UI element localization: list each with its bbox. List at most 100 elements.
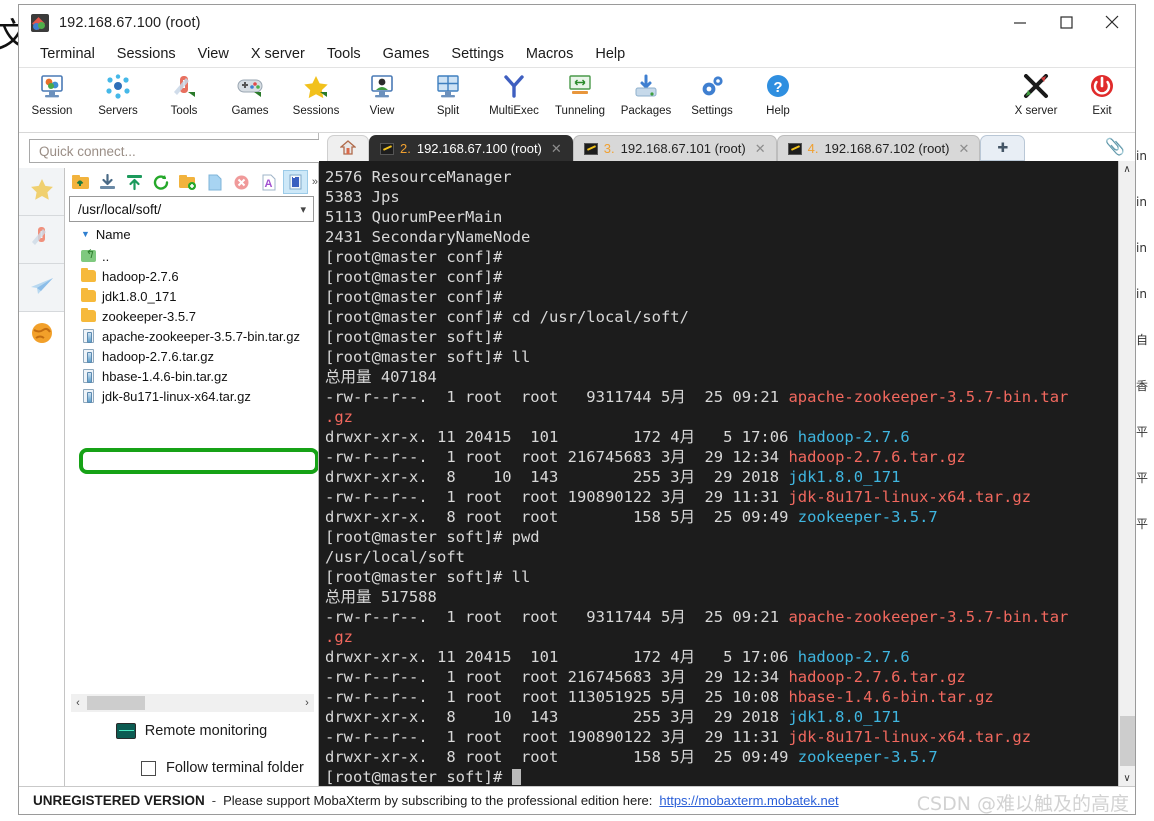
toolbar-multiexec[interactable]: MultiExec: [481, 72, 547, 117]
hscroll-thumb[interactable]: [87, 696, 145, 710]
menu-macros[interactable]: Macros: [515, 44, 585, 64]
toolbar-view[interactable]: View: [349, 72, 415, 117]
toolbar-packages[interactable]: Packages: [613, 72, 679, 117]
terminal-line: -rw-r--r--. 1 root root 216745683 3月 29 …: [325, 447, 1118, 467]
upload-icon[interactable]: [122, 170, 147, 194]
tab-close-icon[interactable]: ✕: [958, 141, 969, 157]
list-item[interactable]: hbase-1.4.6-bin.tar.gz: [75, 366, 318, 386]
text-mode-icon[interactable]: A: [256, 170, 281, 194]
terminal-text: 2431 SecondaryNameNode: [325, 228, 531, 246]
right-panel: 2. 192.168.67.100 (root) ✕ 3. 192.168.67…: [319, 133, 1135, 786]
menu-x-server[interactable]: X server: [240, 44, 316, 64]
mobaxterm-link[interactable]: https://mobaxterm.mobatek.net: [659, 793, 838, 808]
tab-home[interactable]: [327, 135, 369, 161]
file-column-header[interactable]: ▼ Name: [65, 222, 318, 246]
remote-monitoring-button[interactable]: Remote monitoring: [65, 712, 318, 750]
new-folder-icon[interactable]: [175, 170, 200, 194]
terminal-text: drwxr-xr-x. 8 root root 158 5月 25 09:49: [325, 508, 798, 526]
sidebar-item-sftp[interactable]: [19, 264, 64, 312]
settings-gear-icon: [698, 72, 726, 102]
terminal-line: -rw-r--r--. 1 root root 9311744 5月 25 09…: [325, 607, 1118, 627]
terminal-line: [root@master soft]# pwd: [325, 527, 1118, 547]
folder-icon: [81, 268, 96, 283]
vscroll-track[interactable]: [1119, 177, 1135, 716]
new-tab-button[interactable]: ✚: [980, 135, 1026, 161]
menu-sessions[interactable]: Sessions: [106, 44, 187, 64]
minimize-button[interactable]: [997, 5, 1043, 39]
toolbar-sessions[interactable]: Sessions: [283, 72, 349, 117]
list-item[interactable]: hadoop-2.7.6: [75, 266, 318, 286]
tab-session-3[interactable]: 3. 192.168.67.101 (root) ✕: [572, 135, 777, 161]
menu-games[interactable]: Games: [372, 44, 441, 64]
toolbar-servers[interactable]: Servers: [85, 72, 151, 117]
list-item[interactable]: zookeeper-3.5.7: [75, 306, 318, 326]
list-item[interactable]: jdk-8u171-linux-x64.tar.gz: [75, 386, 318, 406]
download-icon[interactable]: [95, 170, 120, 194]
menu-tools[interactable]: Tools: [316, 44, 372, 64]
vscroll-thumb[interactable]: [1119, 716, 1135, 766]
scroll-right-icon[interactable]: ›: [300, 697, 314, 709]
list-item[interactable]: hadoop-2.7.6.tar.gz: [75, 346, 318, 366]
delete-icon[interactable]: [229, 170, 254, 194]
sidebar-item-tools[interactable]: [19, 216, 64, 264]
toolbar-tunneling[interactable]: Tunneling: [547, 72, 613, 117]
background-text: 平: [1136, 517, 1149, 531]
multiexec-icon: [500, 72, 528, 102]
terminal-arch-text: hadoop-2.7.6.tar.gz: [788, 448, 966, 466]
scroll-down-icon[interactable]: ∨: [1119, 770, 1135, 786]
menu-view[interactable]: View: [187, 44, 240, 64]
file-name: zookeeper-3.5.7: [102, 308, 196, 324]
toolbar-games[interactable]: Games: [217, 72, 283, 117]
toolbar-exit[interactable]: Exit: [1069, 72, 1135, 117]
menu-settings[interactable]: Settings: [440, 44, 514, 64]
menu-help[interactable]: Help: [584, 44, 636, 64]
file-toolbar-overflow[interactable]: »: [312, 176, 318, 188]
toolbar-x-server[interactable]: X server: [1003, 72, 1069, 117]
terminal-vscrollbar[interactable]: ∧ ∨: [1118, 161, 1135, 786]
tab-session-4[interactable]: 4. 192.168.67.102 (root) ✕: [776, 135, 981, 161]
window-controls: [997, 5, 1135, 41]
menu-terminal[interactable]: Terminal: [29, 44, 106, 64]
path-bar[interactable]: /usr/local/soft/ ▾: [69, 196, 314, 222]
tab-close-icon[interactable]: ✕: [551, 141, 562, 157]
sidebar-item-favorites[interactable]: [19, 168, 64, 216]
list-item[interactable]: jdk1.8.0_171: [75, 286, 318, 306]
toolbar-session[interactable]: Session: [19, 72, 85, 117]
sidebar-item-globe[interactable]: [19, 312, 64, 360]
list-item[interactable]: ..: [75, 246, 318, 266]
quick-connect-input[interactable]: Quick connect...: [29, 139, 321, 163]
list-item[interactable]: apache-zookeeper-3.5.7-bin.tar.gz: [75, 326, 318, 346]
up-folder-icon[interactable]: [68, 170, 93, 194]
maximize-button[interactable]: [1043, 5, 1089, 39]
follow-terminal-folder-checkbox[interactable]: [141, 760, 156, 776]
paperclip-icon[interactable]: 📎: [1105, 137, 1125, 157]
terminal-output[interactable]: 2576 ResourceManager 5383 Jps 5113 QuorumP…: [319, 161, 1118, 786]
terminal-text: [root@master conf]#: [325, 248, 512, 266]
terminal-dir-text: zookeeper-3.5.7: [797, 508, 938, 526]
toolbar-tools[interactable]: Tools: [151, 72, 217, 117]
toolbar-help[interactable]: ? Help: [745, 72, 811, 117]
terminal-line: [root@master soft]#: [325, 327, 1118, 347]
tab-session-2[interactable]: 2. 192.168.67.100 (root) ✕: [369, 135, 573, 161]
toolbar-settings[interactable]: Settings: [679, 72, 745, 117]
file-name: hadoop-2.7.6.tar.gz: [102, 348, 215, 364]
close-button[interactable]: [1089, 5, 1135, 39]
scroll-up-icon[interactable]: ∧: [1119, 161, 1135, 177]
terminal-text: [root@master soft]#: [325, 328, 512, 346]
terminal-text: [root@master soft]# ll: [325, 568, 531, 586]
sidebar-icon-rail: [19, 168, 65, 786]
tab-close-icon[interactable]: ✕: [755, 141, 766, 157]
scroll-left-icon[interactable]: ‹: [71, 697, 85, 709]
follow-terminal-folder-row[interactable]: Follow terminal folder: [65, 750, 318, 786]
view-toggle-icon[interactable]: [282, 170, 308, 194]
folder-icon: [81, 288, 96, 303]
new-file-icon[interactable]: [202, 170, 227, 194]
terminal-line: drwxr-xr-x. 8 root root 158 5月 25 09:49 …: [325, 747, 1118, 767]
toolbar-split[interactable]: Split: [415, 72, 481, 117]
toolbar-x-server-label: X server: [1014, 105, 1058, 117]
terminal-text: 总用量 517588: [325, 588, 437, 606]
file-list-hscrollbar[interactable]: ‹ ›: [71, 694, 314, 712]
background-text: 平: [1136, 471, 1149, 485]
chevron-down-icon[interactable]: ▾: [300, 203, 306, 216]
refresh-icon[interactable]: [149, 170, 174, 194]
